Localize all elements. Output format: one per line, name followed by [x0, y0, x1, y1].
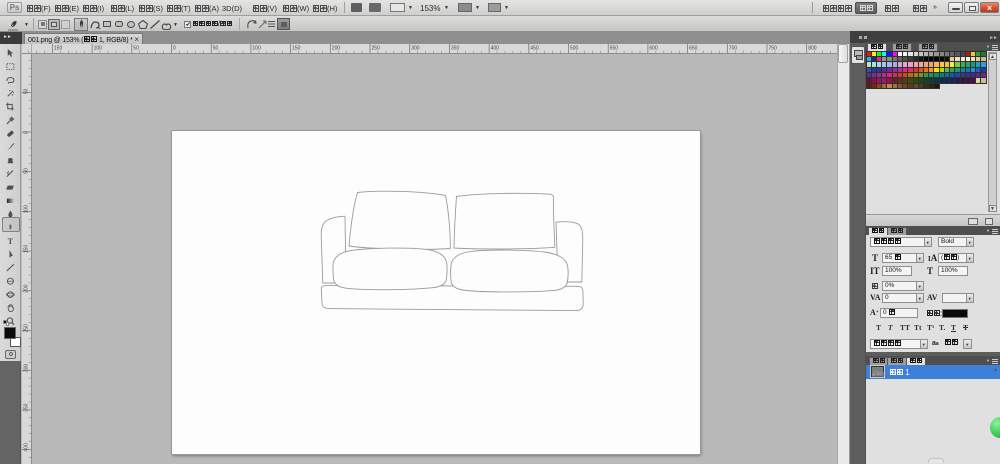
svg-text:50: 50 [133, 46, 139, 52]
svg-text:100: 100 [252, 46, 261, 52]
svg-text:150: 150 [292, 46, 301, 52]
svg-text:400: 400 [24, 443, 30, 452]
svg-text:650: 650 [689, 46, 698, 52]
svg-text:150: 150 [54, 46, 63, 52]
svg-text:50: 50 [24, 88, 30, 94]
svg-text:600: 600 [649, 46, 658, 52]
svg-text:T: T [8, 237, 14, 246]
svg-text:350: 350 [451, 46, 460, 52]
svg-text:350: 350 [24, 403, 30, 412]
svg-text:200: 200 [24, 284, 30, 293]
svg-text:250: 250 [372, 46, 381, 52]
svg-text:700: 700 [729, 46, 738, 52]
svg-text:250: 250 [24, 323, 30, 332]
svg-text:50: 50 [24, 167, 30, 173]
svg-text:0: 0 [173, 46, 176, 52]
svg-text:450: 450 [530, 46, 539, 52]
svg-text:200: 200 [332, 46, 341, 52]
svg-text:0: 0 [24, 131, 30, 134]
svg-text:300: 300 [24, 363, 30, 372]
svg-text:300: 300 [411, 46, 420, 52]
svg-text:100: 100 [94, 46, 103, 52]
svg-text:800: 800 [808, 46, 817, 52]
svg-text:100: 100 [24, 204, 30, 213]
svg-text:500: 500 [570, 46, 579, 52]
svg-text:550: 550 [610, 46, 619, 52]
svg-text:50: 50 [213, 46, 219, 52]
svg-text:400: 400 [491, 46, 500, 52]
svg-text:750: 750 [769, 46, 778, 52]
svg-text:150: 150 [24, 244, 30, 253]
